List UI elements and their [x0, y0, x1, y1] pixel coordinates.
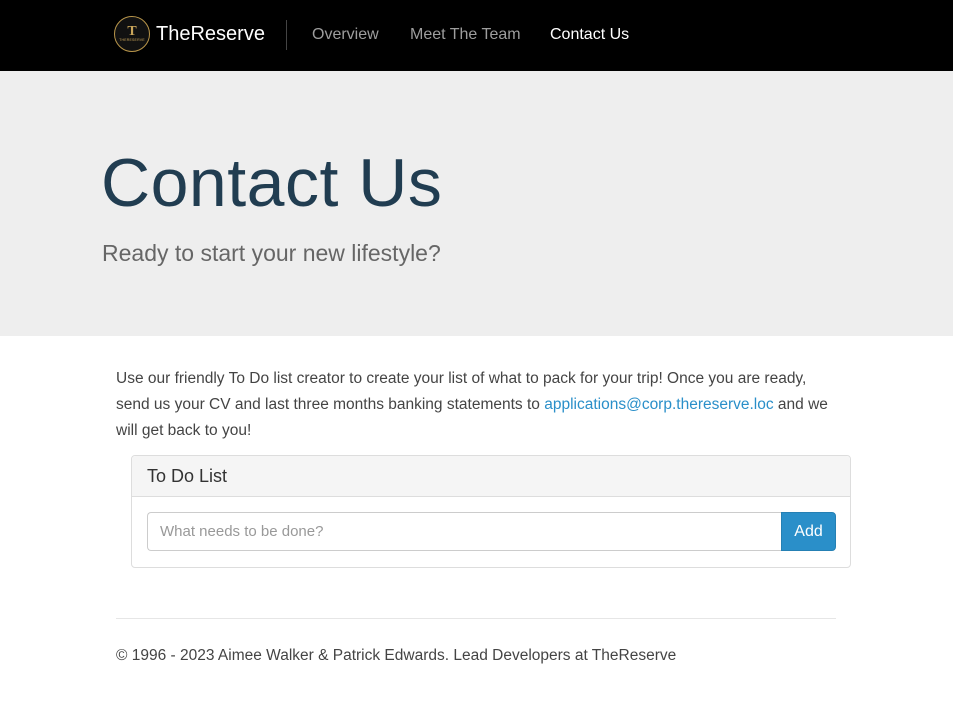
- brand-link[interactable]: T THERESERVE TheReserve: [114, 16, 265, 52]
- todo-input-group: Add: [147, 512, 836, 551]
- todo-input[interactable]: [147, 512, 781, 551]
- nav-link-contact-us[interactable]: Contact Us: [550, 24, 629, 46]
- intro-paragraph: Use our friendly To Do list creator to c…: [116, 366, 841, 444]
- page-subtitle: Ready to start your new lifestyle?: [102, 240, 441, 266]
- todo-panel: To Do List Add: [131, 455, 851, 568]
- logo-icon: T THERESERVE: [114, 16, 150, 52]
- nav-divider: [286, 20, 287, 50]
- hero-section: Contact Us Ready to start your new lifes…: [0, 71, 953, 336]
- nav-link-overview[interactable]: Overview: [312, 24, 379, 46]
- logo-glyph: T: [127, 23, 137, 39]
- todo-panel-heading: To Do List: [132, 456, 850, 497]
- navbar: T THERESERVE TheReserve Overview Meet Th…: [0, 0, 953, 71]
- footer-copyright: © 1996 - 2023 Aimee Walker & Patrick Edw…: [116, 647, 677, 664]
- todo-panel-title: To Do List: [147, 466, 228, 486]
- brand-name: TheReserve: [156, 23, 265, 45]
- add-button[interactable]: Add: [781, 512, 836, 551]
- page-title: Contact Us: [101, 145, 443, 221]
- footer-divider: [116, 618, 836, 619]
- email-link[interactable]: applications@corp.thereserve.loc: [544, 396, 773, 413]
- nav-link-meet-the-team[interactable]: Meet The Team: [410, 24, 521, 46]
- logo-text: THERESERVE: [119, 37, 145, 42]
